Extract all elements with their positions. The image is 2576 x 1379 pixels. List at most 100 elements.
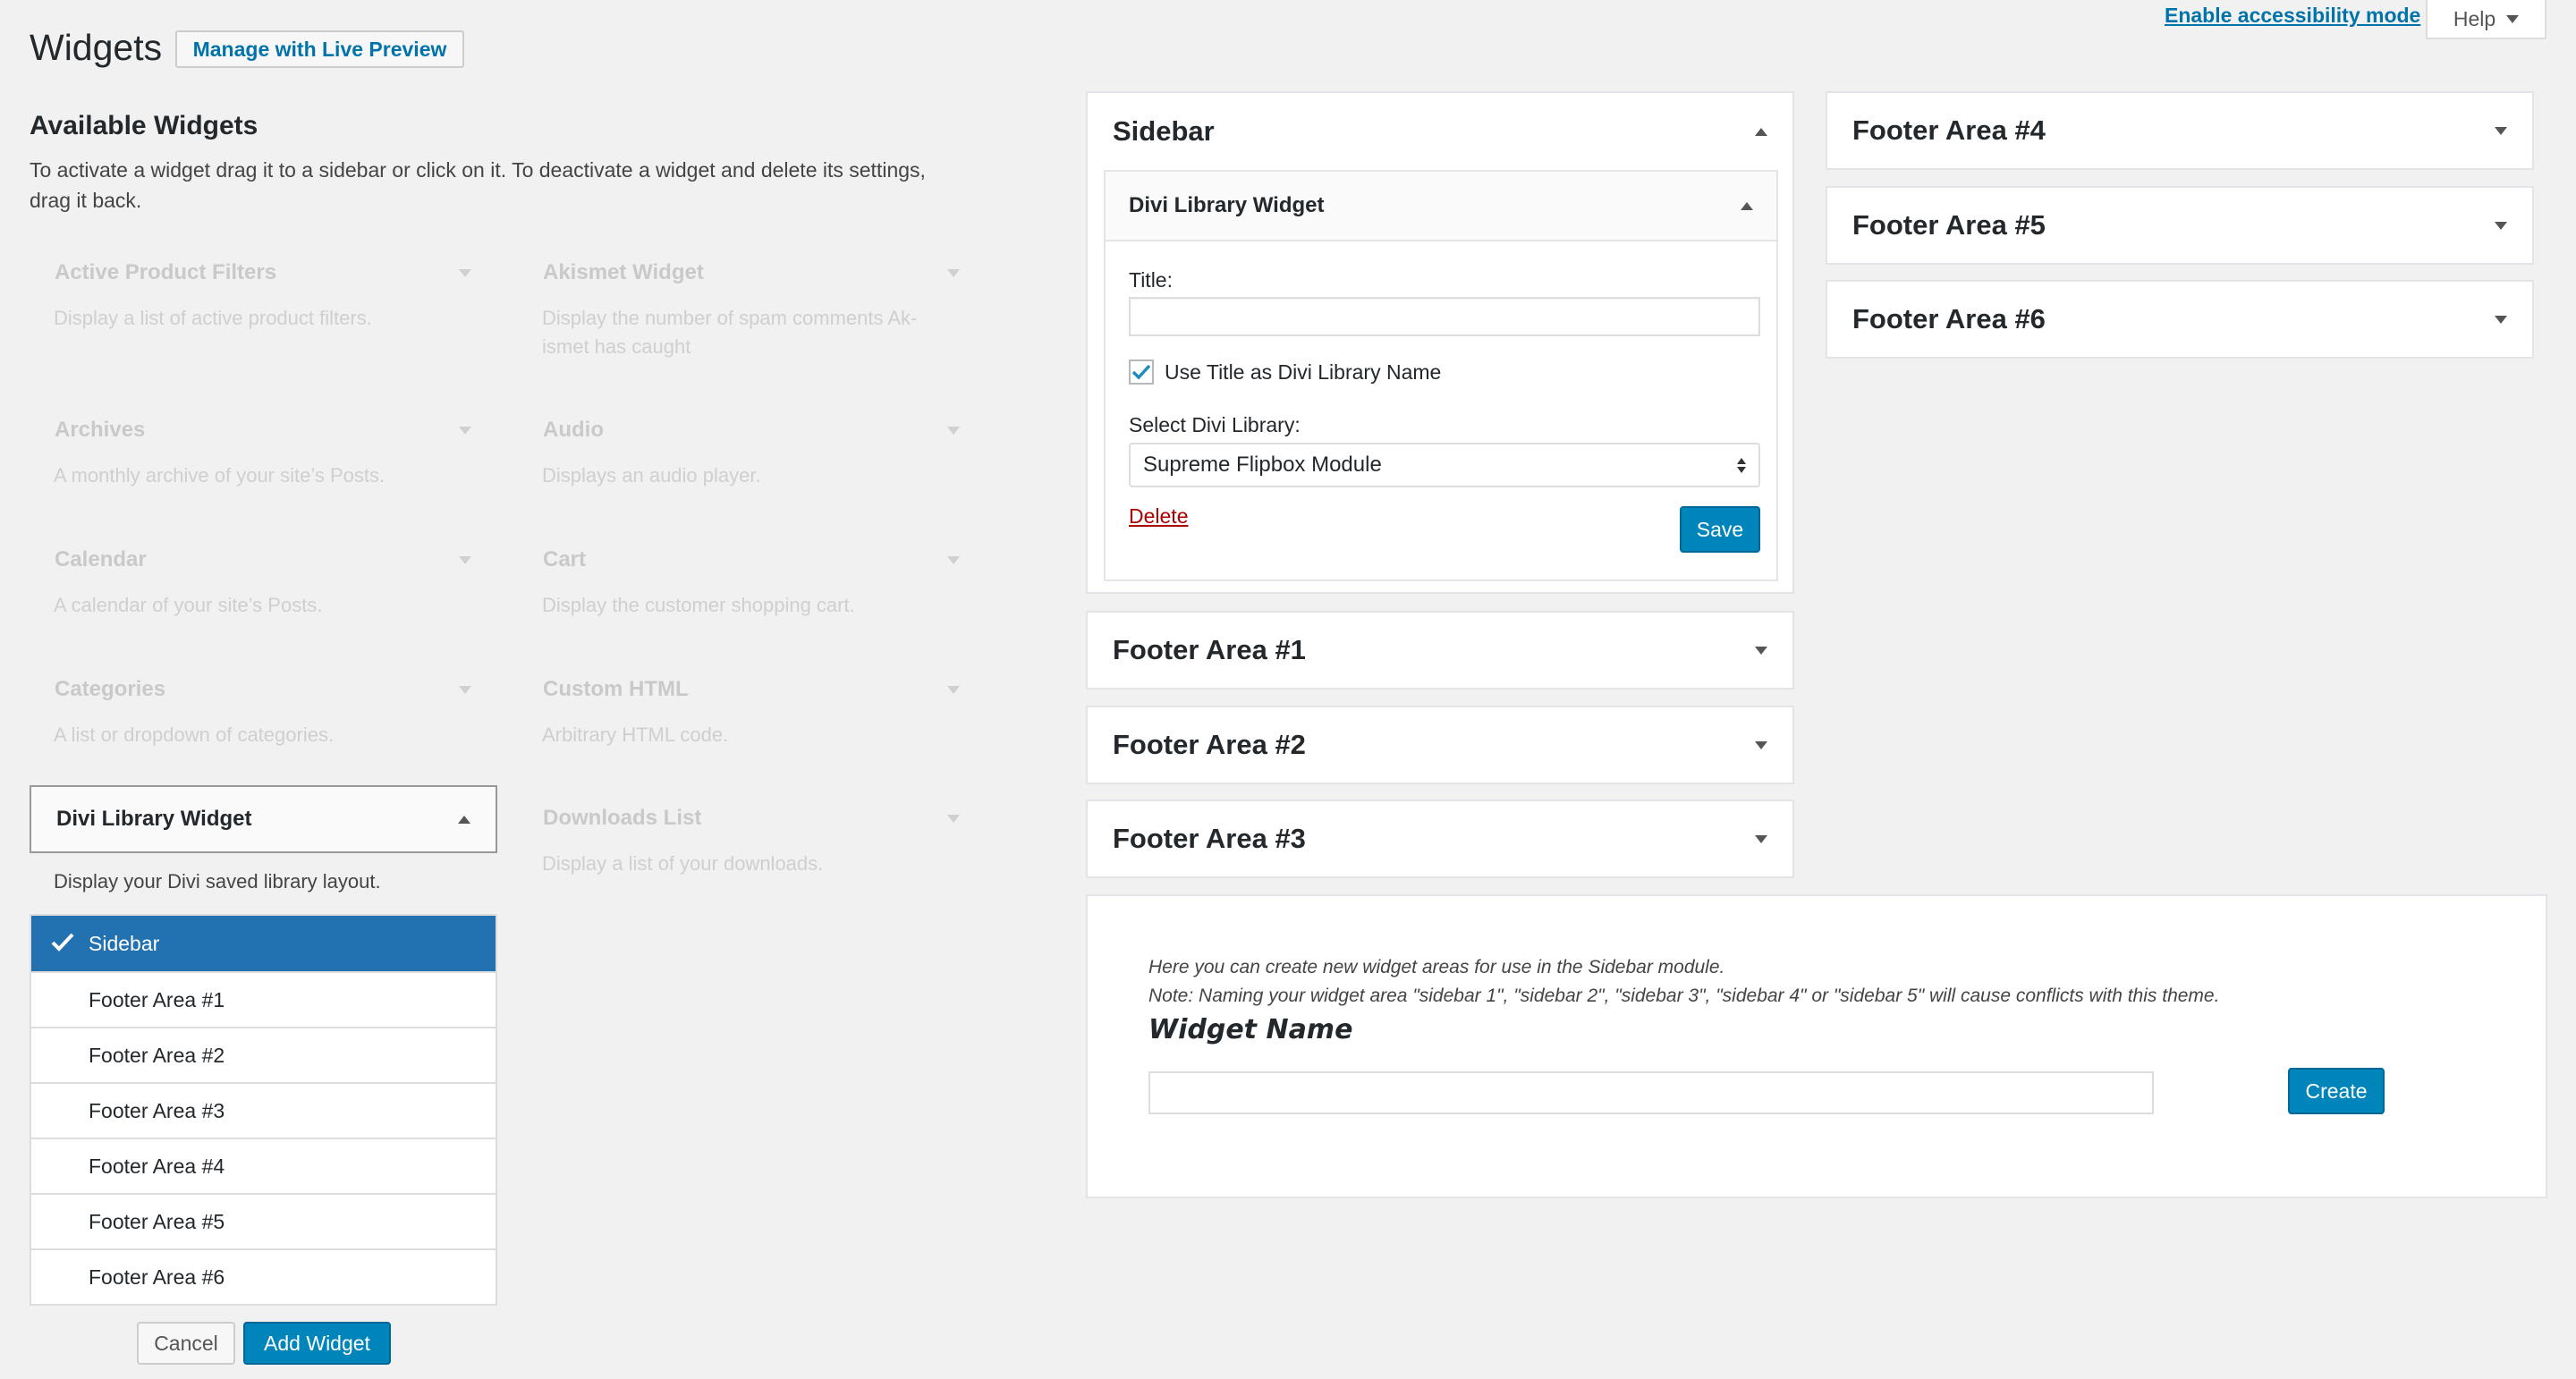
- footer-area-2[interactable]: Footer Area #2: [1086, 706, 1794, 784]
- library-select-value: Supreme Flipbox Module: [1143, 453, 1382, 477]
- select-library-label: Select Divi Library:: [1129, 413, 1301, 436]
- sidebar-area: Sidebar Divi Library Widget Title: Use T…: [1086, 91, 1794, 594]
- widget-akismet[interactable]: Akismet Widget Display the number of spa…: [518, 250, 985, 361]
- chevron-down-icon: [459, 555, 471, 564]
- widget-title: Audio: [543, 418, 604, 442]
- widget-description: Arbitrary HTML code.: [542, 723, 729, 746]
- area-title: Footer Area #4: [1852, 114, 2046, 146]
- widget-description: Display your Divi saved library layout.: [54, 870, 381, 893]
- chevron-down-icon: [947, 426, 960, 435]
- chooser-option-label: Footer Area #1: [89, 987, 225, 1011]
- checkmark-icon: [51, 933, 74, 952]
- footer-area-1[interactable]: Footer Area #1: [1086, 611, 1794, 690]
- widget-cart[interactable]: Cart Display the customer shopping cart.: [518, 537, 985, 620]
- manage-live-preview-button[interactable]: Manage with Live Preview: [175, 30, 464, 68]
- chooser-option-footer-5[interactable]: Footer Area #5: [31, 1193, 496, 1248]
- chevron-up-icon: [1741, 201, 1753, 210]
- chevron-down-icon: [459, 426, 471, 435]
- widget-title: Calendar: [55, 547, 147, 571]
- widget-description: A calendar of your site’s Posts.: [54, 594, 323, 616]
- add-widget-button[interactable]: Add Widget: [243, 1322, 391, 1365]
- area-title: Footer Area #5: [1852, 209, 2046, 241]
- chevron-down-icon: [947, 555, 960, 564]
- widget-title: Downloads List: [543, 806, 702, 830]
- footer-area-5[interactable]: Footer Area #5: [1826, 186, 2534, 265]
- widget-name-label: Widget Name: [1148, 1014, 1353, 1045]
- area-title: Footer Area #2: [1113, 729, 1306, 760]
- chooser-option-label: Footer Area #4: [89, 1154, 225, 1178]
- widget-description: Display the customer shopping cart.: [542, 594, 855, 616]
- title-label: Title:: [1129, 268, 1173, 292]
- chevron-up-icon: [1755, 127, 1767, 136]
- help-tab-button[interactable]: Help: [2426, 0, 2546, 39]
- chevron-down-icon: [947, 685, 960, 694]
- widget-description: Display a list of active product filters…: [54, 307, 372, 329]
- widget-divi-library-selected[interactable]: Divi Library Widget: [30, 785, 497, 853]
- widget-custom-html[interactable]: Custom HTML Arbitrary HTML code.: [518, 667, 985, 749]
- widget-title: Divi Library Widget: [56, 807, 252, 831]
- chevron-down-icon: [2506, 14, 2520, 23]
- chooser-option-footer-1[interactable]: Footer Area #1: [31, 971, 496, 1027]
- widget-description: A monthly archive of your site’s Posts.: [54, 464, 386, 486]
- chooser-option-label: Footer Area #3: [89, 1098, 225, 1122]
- widget-audio[interactable]: Audio Displays an audio player.: [518, 408, 985, 490]
- chevron-down-icon: [459, 268, 471, 277]
- widget-title: Akismet Widget: [543, 260, 704, 284]
- area-title: Footer Area #1: [1113, 634, 1306, 665]
- footer-area-4[interactable]: Footer Area #4: [1826, 91, 2534, 170]
- available-widgets-description: To activate a widget drag it to a sideba…: [30, 158, 926, 212]
- area-title: Footer Area #6: [1852, 303, 2046, 334]
- chooser-option-footer-6[interactable]: Footer Area #6: [31, 1248, 496, 1304]
- widget-description: Display the number of spam comments Ak-i…: [542, 307, 918, 358]
- chooser-option-label: Footer Area #6: [89, 1265, 225, 1289]
- widget-title: Custom HTML: [543, 677, 689, 701]
- chooser-option-label: Sidebar: [89, 931, 160, 955]
- divi-library-widget-header[interactable]: Divi Library Widget: [1106, 172, 1776, 241]
- enable-accessibility-link[interactable]: Enable accessibility mode: [2165, 4, 2420, 28]
- widget-title: Divi Library Widget: [1129, 193, 1325, 217]
- widget-title: Archives: [55, 418, 146, 442]
- chooser-option-footer-4[interactable]: Footer Area #4: [31, 1138, 496, 1193]
- create-area-note: Note: Naming your widget area "sidebar 1…: [1148, 986, 2220, 1006]
- sidebar-chooser-list: Sidebar Footer Area #1 Footer Area #2 Fo…: [30, 914, 497, 1306]
- widget-title: Categories: [55, 677, 166, 701]
- delete-link[interactable]: Delete: [1129, 504, 1188, 529]
- chevron-down-icon: [1755, 646, 1767, 655]
- chevron-down-icon: [947, 268, 960, 277]
- widget-archives[interactable]: Archives A monthly archive of your site’…: [30, 408, 496, 490]
- widget-description: Displays an audio player.: [542, 464, 761, 486]
- widget-description: Display a list of your downloads.: [542, 852, 824, 875]
- widget-description: A list or dropdown of categories.: [54, 723, 335, 746]
- available-widgets-title: Available Widgets: [30, 111, 258, 140]
- chooser-option-footer-2[interactable]: Footer Area #2: [31, 1027, 496, 1082]
- chevron-down-icon: [2495, 221, 2507, 230]
- chevron-down-icon: [2495, 315, 2507, 324]
- widget-name-input[interactable]: [1148, 1071, 2154, 1114]
- help-label: Help: [2453, 6, 2496, 30]
- widget-title: Active Product Filters: [55, 260, 277, 284]
- cancel-button[interactable]: Cancel: [137, 1322, 235, 1365]
- title-input[interactable]: [1129, 297, 1760, 336]
- widget-active-product-filters[interactable]: Active Product Filters Display a list of…: [30, 250, 496, 333]
- widget-categories[interactable]: Categories A list or dropdown of categor…: [30, 667, 496, 749]
- create-widget-area-panel: Here you can create new widget areas for…: [1086, 894, 2547, 1198]
- chooser-option-sidebar[interactable]: Sidebar: [31, 916, 496, 971]
- sidebar-area-title: Sidebar: [1113, 115, 1215, 147]
- footer-area-3[interactable]: Footer Area #3: [1086, 799, 1794, 878]
- chooser-option-footer-3[interactable]: Footer Area #3: [31, 1082, 496, 1138]
- library-select[interactable]: Supreme Flipbox Module: [1129, 443, 1760, 487]
- area-title: Footer Area #3: [1113, 823, 1306, 854]
- select-arrows-icon: [1737, 457, 1746, 473]
- widget-title: Cart: [543, 547, 587, 571]
- footer-area-6[interactable]: Footer Area #6: [1826, 280, 2534, 359]
- chevron-down-icon: [947, 814, 960, 823]
- divi-library-widget-panel: Divi Library Widget Title: Use Title as …: [1104, 170, 1778, 581]
- save-button[interactable]: Save: [1680, 506, 1760, 553]
- widget-calendar[interactable]: Calendar A calendar of your site’s Posts…: [30, 537, 496, 620]
- create-button[interactable]: Create: [2288, 1068, 2385, 1114]
- checkmark-icon: [1131, 364, 1151, 380]
- widget-downloads-list[interactable]: Downloads List Display a list of your do…: [518, 796, 985, 878]
- sidebar-area-header[interactable]: Sidebar: [1088, 93, 1792, 170]
- use-title-checkbox[interactable]: [1129, 360, 1154, 385]
- use-title-label: Use Title as Divi Library Name: [1165, 360, 1442, 384]
